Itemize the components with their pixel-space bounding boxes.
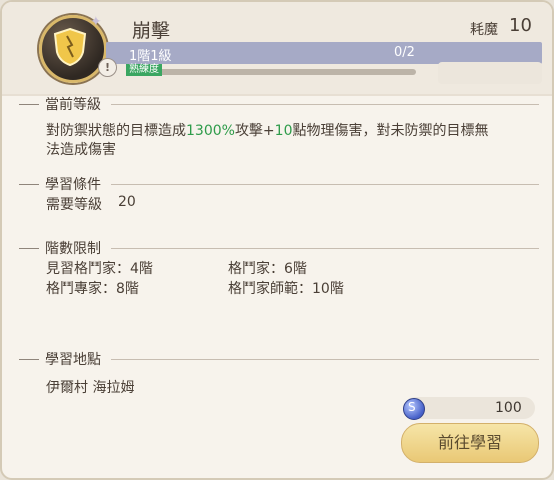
desc-highlight: 1300%	[186, 123, 235, 139]
cost-value: 100	[495, 400, 522, 416]
mana-cost-label: 耗魔	[470, 22, 498, 38]
currency-coin-icon: S	[403, 398, 425, 420]
rank-limit-item: 格鬥專家：8階	[46, 281, 139, 297]
mana-cost-value: 10	[509, 15, 532, 36]
go-learn-button[interactable]: 前往學習	[401, 423, 539, 463]
learn-location-value: 伊爾村 海拉姆	[46, 380, 135, 396]
required-level-value: 20	[118, 194, 136, 210]
progress-text: 0/2	[394, 45, 415, 60]
desc-highlight: 10	[274, 123, 293, 139]
section-learn-location: 學習地點	[19, 349, 539, 369]
current-level-desc-line-2: 法造成傷害	[46, 142, 116, 158]
section-title: 階數限制	[45, 241, 101, 257]
rank-label: 1階1級	[129, 49, 172, 64]
rank-limit-item: 格鬥家師範：10階	[228, 281, 344, 297]
section-rank-limits: 階數限制	[19, 238, 539, 258]
section-title: 學習條件	[45, 177, 101, 193]
section-title: 當前等級	[45, 97, 101, 113]
proficiency-label: 熟練度	[126, 64, 162, 76]
required-level-label: 需要等級	[46, 197, 102, 213]
skill-name: 崩擊	[132, 20, 171, 42]
desc-text: 對防禦狀態的目標造成	[46, 123, 186, 139]
info-alert-icon[interactable]: !	[98, 58, 117, 77]
shield-icon	[53, 27, 87, 67]
skill-detail-panel: ✦ 崩擊 耗魔 10 1階1級 0/2 熟練度 ! 當前等級 對防禦狀態的目標造…	[0, 0, 554, 480]
current-level-desc-line-1: 對防禦狀態的目標造成1300%攻擊+10點物理傷害，對未防禦的目標無	[46, 120, 489, 140]
desc-text: 攻擊+	[234, 123, 275, 139]
desc-text: 點物理傷害，對未防禦的目標無	[292, 123, 489, 139]
rank-limit-item: 格鬥家：6階	[228, 261, 307, 277]
section-current-level: 當前等級	[19, 94, 539, 114]
proficiency-track	[126, 69, 416, 75]
header-blur-area	[438, 62, 542, 84]
sparkle-icon: ✦	[90, 14, 102, 30]
rank-limit-item: 見習格鬥家：4階	[46, 261, 153, 277]
section-learn-conditions: 學習條件	[19, 174, 539, 194]
section-title: 學習地點	[45, 352, 101, 368]
